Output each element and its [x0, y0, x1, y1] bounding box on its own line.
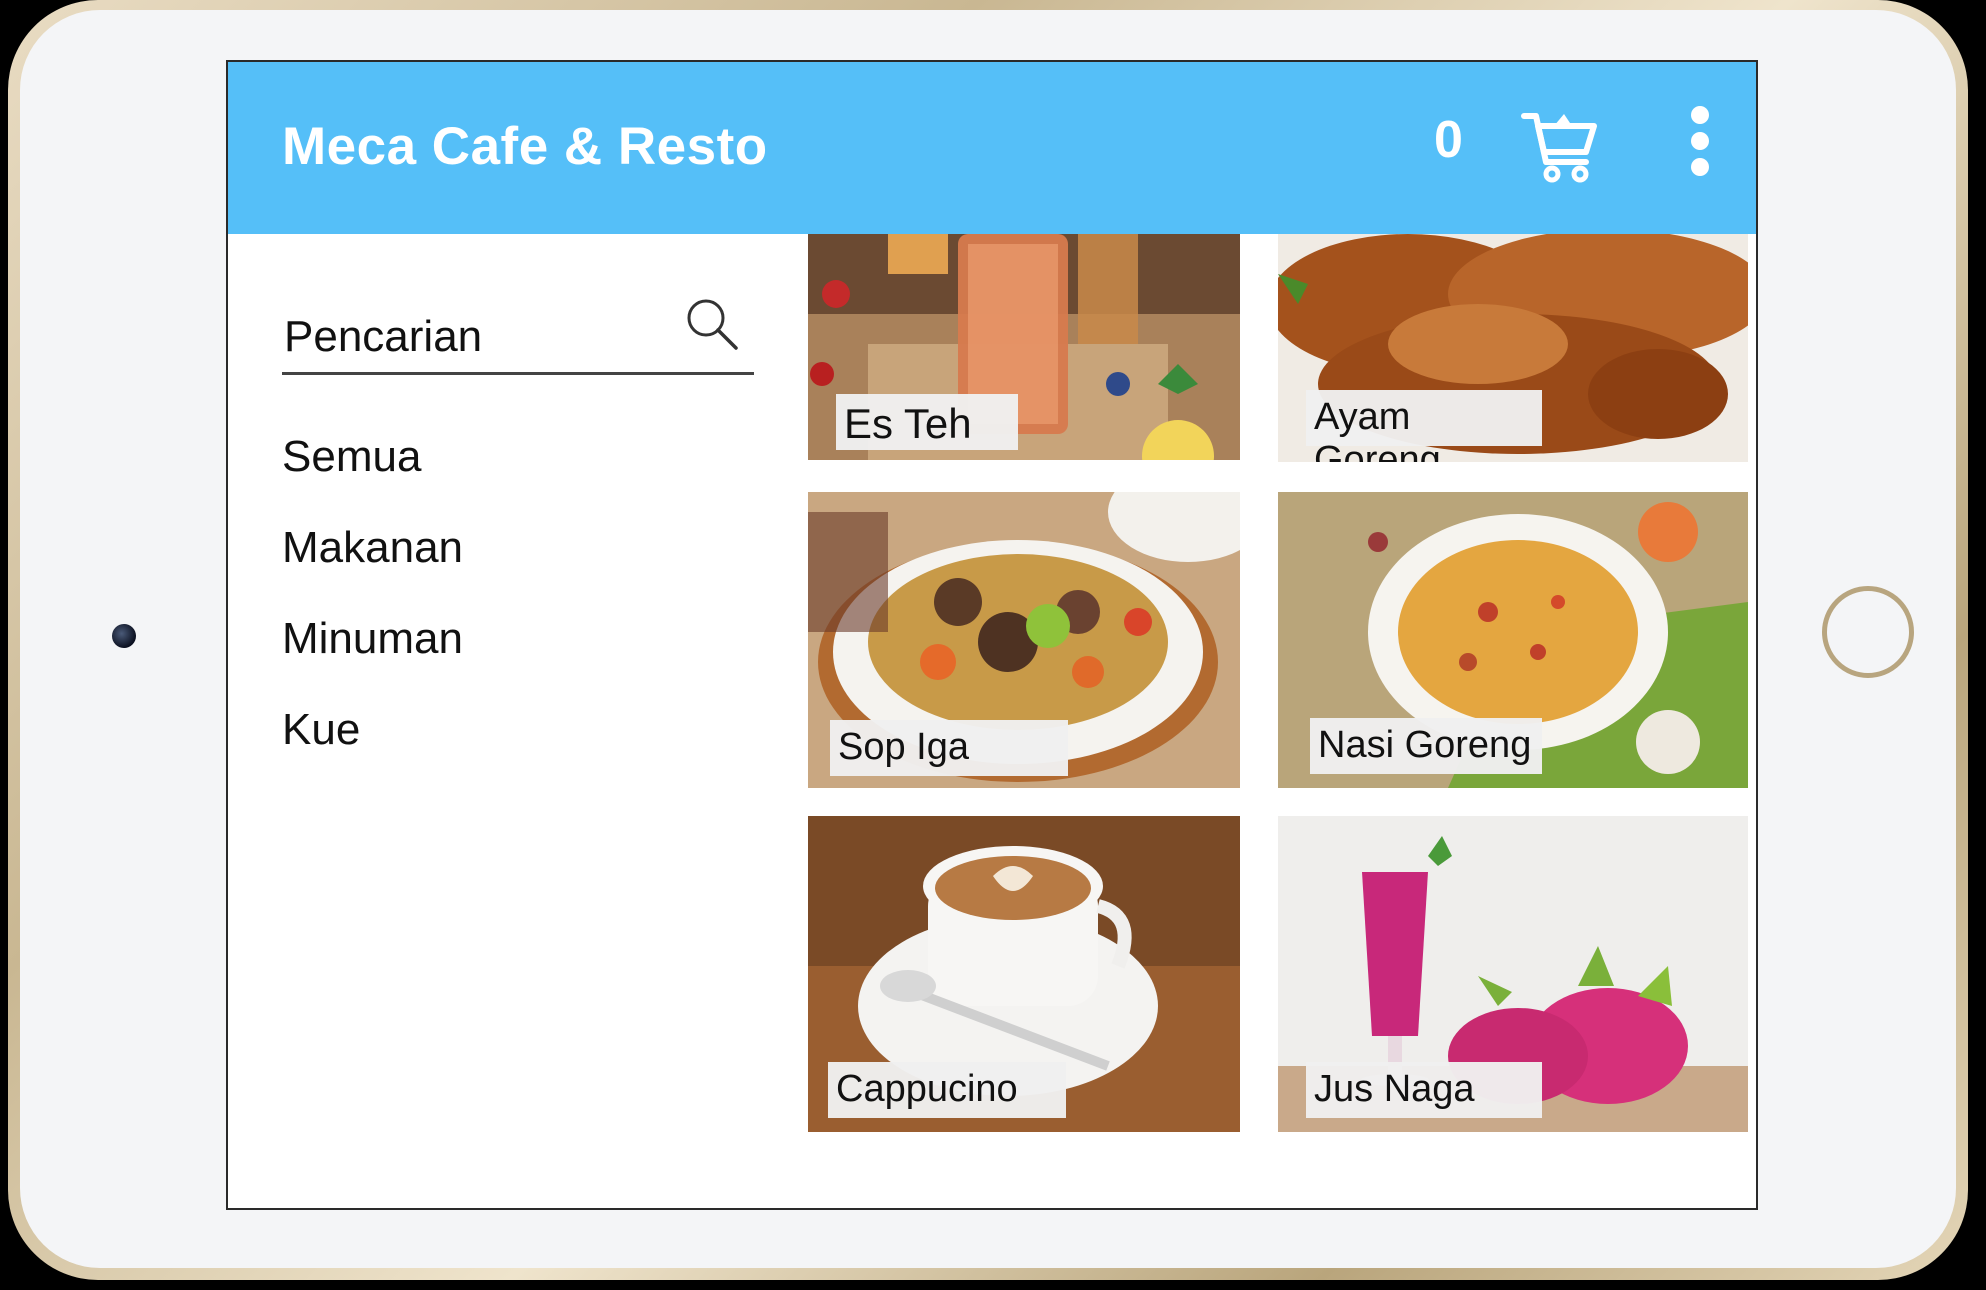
menu-label-nasi-goreng: Nasi Goreng [1310, 718, 1542, 774]
menu-card-ayam-goreng[interactable]: Ayam Goreng [1278, 234, 1748, 462]
home-button[interactable] [1822, 586, 1914, 678]
menu-label-jus-naga: Jus Naga [1306, 1062, 1542, 1118]
category-makanan[interactable]: Makanan [282, 523, 463, 573]
menu-card-cappucino[interactable]: Cappucino [808, 816, 1240, 1132]
app-screen: Meca Cafe & Resto 0 Pencarian Semua Maka… [226, 60, 1758, 1210]
menu-label-ayam-goreng: Ayam Goreng [1306, 390, 1542, 462]
category-kue[interactable]: Kue [282, 705, 360, 755]
menu-card-es-teh[interactable]: Es Teh [808, 234, 1240, 460]
shopping-cart-icon[interactable] [1520, 106, 1600, 186]
menu-card-nasi-goreng[interactable]: Nasi Goreng [1278, 492, 1748, 788]
menu-label-sop-iga: Sop Iga [830, 720, 1068, 776]
app-title: Meca Cafe & Resto [282, 117, 768, 176]
category-semua[interactable]: Semua [282, 432, 421, 482]
search-icon[interactable] [684, 296, 740, 352]
category-minuman[interactable]: Minuman [282, 614, 463, 664]
cart-count: 0 [1434, 111, 1463, 169]
front-camera [112, 624, 136, 648]
menu-label-es-teh: Es Teh [836, 394, 1018, 450]
app-bar: Meca Cafe & Resto 0 [228, 62, 1756, 234]
search-placeholder: Pencarian [284, 312, 483, 361]
menu-card-sop-iga[interactable]: Sop Iga [808, 492, 1240, 788]
menu-label-cappucino: Cappucino [828, 1062, 1066, 1118]
more-vertical-icon[interactable] [1688, 106, 1712, 180]
search-input[interactable]: Pencarian [282, 292, 754, 375]
menu-card-jus-naga[interactable]: Jus Naga [1278, 816, 1748, 1132]
